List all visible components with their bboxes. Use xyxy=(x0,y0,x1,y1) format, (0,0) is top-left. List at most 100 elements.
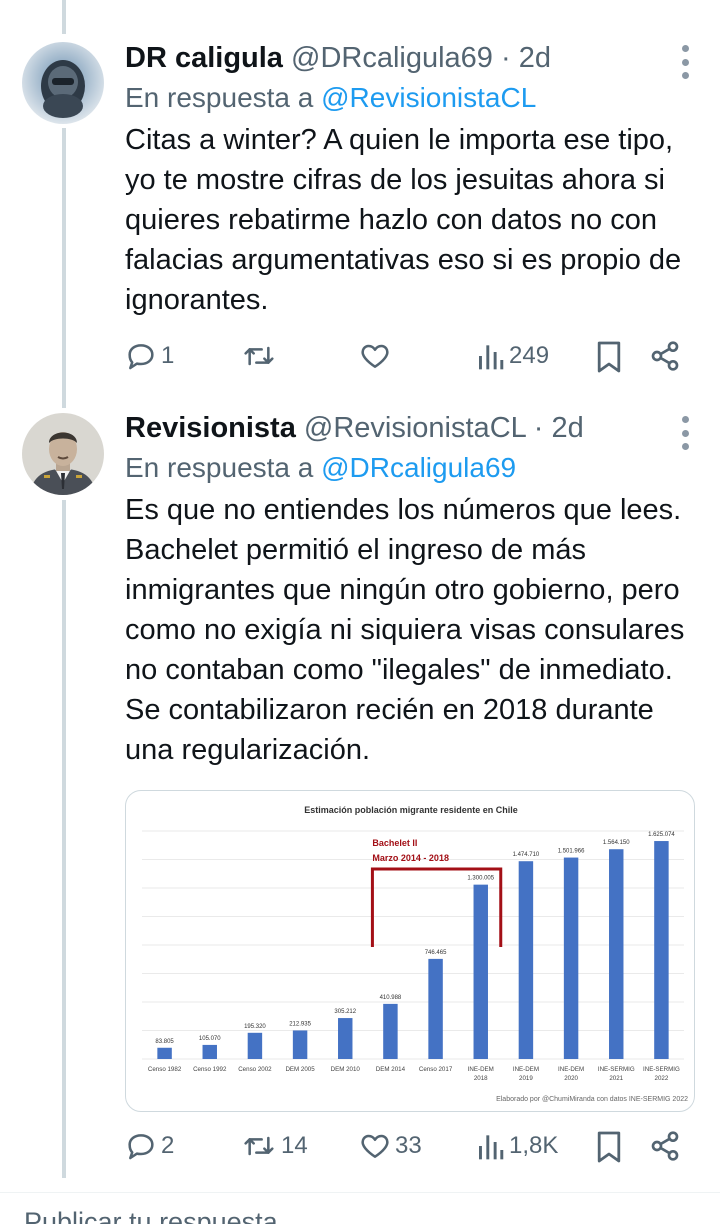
chart-title: Estimación población migrante residente … xyxy=(304,805,518,815)
display-name[interactable]: DR caligula xyxy=(125,42,283,74)
replying-to-link[interactable]: @RevisionistaCL xyxy=(321,82,536,113)
reply-composer[interactable]: Publicar tu respuesta xyxy=(0,1192,720,1224)
retweet-count: 14 xyxy=(281,1132,308,1159)
tweet-text: Es que no entiendes los números que lees… xyxy=(125,494,685,766)
avatar[interactable] xyxy=(22,413,104,495)
like-count: 33 xyxy=(395,1132,422,1159)
share-icon xyxy=(651,1131,679,1161)
reply-count: 2 xyxy=(161,1132,175,1159)
views-button[interactable]: 1,8K xyxy=(477,1130,558,1162)
tweet[interactable]: DR caligula @DRcaligula69 · 2d En respue… xyxy=(0,0,720,400)
retweet-icon xyxy=(244,346,274,366)
tick-label: Censo 1982 xyxy=(148,1066,182,1073)
data-label: 1.501.966 xyxy=(558,849,585,855)
tweet-actions: 1 249 xyxy=(125,340,690,380)
tick-label: INE-SERMIG xyxy=(643,1066,680,1073)
heart-icon xyxy=(361,344,389,368)
tweet-header: DR caligula @DRcaligula69 · 2d xyxy=(125,40,698,76)
reply-icon xyxy=(128,344,154,370)
views-count: 249 xyxy=(509,342,550,369)
heart-icon xyxy=(361,1134,389,1158)
tick-label: INE-DEM xyxy=(558,1066,584,1073)
tick-label: INE-DEM xyxy=(513,1066,539,1073)
share-icon xyxy=(651,341,679,371)
tick-label: DEM 2010 xyxy=(331,1066,361,1073)
data-label: 105.070 xyxy=(199,1036,221,1042)
data-label: 195.320 xyxy=(244,1024,266,1030)
reply-button[interactable]: 2 xyxy=(125,1130,174,1162)
bar xyxy=(247,1032,263,1059)
bookmark-button[interactable] xyxy=(595,1130,623,1164)
reply-count: 1 xyxy=(161,342,175,369)
tick-label-year: 2019 xyxy=(519,1075,533,1082)
tick-label-year: 2018 xyxy=(474,1075,488,1082)
bookmark-button[interactable] xyxy=(595,340,623,374)
bar xyxy=(157,1047,172,1059)
bar xyxy=(654,841,669,1059)
data-label: 746.465 xyxy=(425,950,447,956)
data-label: 1.625.074 xyxy=(648,832,675,838)
handle[interactable]: @RevisionistaCL xyxy=(304,412,526,444)
bar xyxy=(383,1003,398,1059)
reply-icon xyxy=(128,1134,154,1160)
tweet-actions: 2 14 33 1,8K xyxy=(125,1130,690,1170)
replying-to-link[interactable]: @DRcaligula69 xyxy=(321,452,516,483)
bar xyxy=(338,1018,353,1059)
data-label: 1.564.150 xyxy=(603,840,630,846)
more-icon[interactable] xyxy=(682,416,692,450)
tweet-media-chart[interactable]: Estimación población migrante residente … xyxy=(125,790,695,1112)
views-icon xyxy=(479,1135,504,1160)
views-icon xyxy=(479,345,504,370)
bar xyxy=(202,1044,217,1059)
reply-button[interactable]: 1 xyxy=(125,340,174,372)
data-label: 1.474.710 xyxy=(513,852,540,858)
share-button[interactable] xyxy=(649,1130,681,1162)
data-label: 212.935 xyxy=(289,1021,311,1027)
views-count: 1,8K xyxy=(509,1132,559,1159)
retweet-button[interactable]: 14 xyxy=(241,1130,308,1162)
retweet-icon xyxy=(244,1136,274,1156)
data-label: 410.988 xyxy=(380,995,402,1001)
timestamp[interactable]: · 2d xyxy=(501,42,551,74)
replying-to: En respuesta a @DRcaligula69 xyxy=(125,450,698,486)
display-name[interactable]: Revisionista xyxy=(125,412,296,444)
data-label: 305.212 xyxy=(334,1009,356,1015)
replying-label: En respuesta a xyxy=(125,452,314,483)
views-button[interactable]: 249 xyxy=(477,340,549,372)
data-label: 1.300.005 xyxy=(467,876,494,882)
tick-label-year: 2020 xyxy=(564,1075,578,1082)
reply-placeholder[interactable]: Publicar tu respuesta xyxy=(24,1207,278,1224)
replying-label: En respuesta a xyxy=(125,82,314,113)
tick-label: DEM 2014 xyxy=(376,1066,406,1073)
tick-label-year: 2021 xyxy=(609,1075,623,1082)
bookmark-icon xyxy=(597,1131,621,1163)
more-icon[interactable] xyxy=(682,45,692,79)
tick-label: DEM 2005 xyxy=(285,1066,315,1073)
tick-label: Censo 1992 xyxy=(193,1066,227,1073)
chart-source: Elaborado por @ChumiMiranda con datos IN… xyxy=(496,1096,688,1103)
tick-label: Censo 2002 xyxy=(238,1066,272,1073)
annotation-title: Bachelet II xyxy=(372,838,417,848)
retweet-button[interactable] xyxy=(241,340,281,372)
annotation-subtitle: Marzo 2014 - 2018 xyxy=(372,853,449,863)
bar xyxy=(609,849,624,1059)
tick-label: Censo 2017 xyxy=(419,1066,453,1073)
tweet-text: Citas a winter? A quien le importa ese t… xyxy=(125,124,682,316)
timestamp[interactable]: · 2d xyxy=(534,412,584,444)
handle[interactable]: @DRcaligula69 xyxy=(291,42,493,74)
like-button[interactable] xyxy=(359,340,395,372)
tweet-header: Revisionista @RevisionistaCL · 2d xyxy=(125,410,698,446)
bar xyxy=(518,861,534,1059)
bookmark-icon xyxy=(597,341,621,373)
tick-label: INE-SERMIG xyxy=(598,1066,635,1073)
replying-to: En respuesta a @RevisionistaCL xyxy=(125,80,698,116)
tick-label: INE-DEM xyxy=(468,1066,494,1073)
share-button[interactable] xyxy=(649,340,681,372)
tick-label-year: 2022 xyxy=(655,1075,669,1082)
data-label: 83.805 xyxy=(155,1039,174,1045)
like-button[interactable]: 33 xyxy=(359,1130,422,1162)
bar xyxy=(473,884,488,1059)
bar-chart: Estimación población migrante residente … xyxy=(142,805,688,1103)
bar xyxy=(428,958,443,1059)
avatar[interactable] xyxy=(22,42,104,124)
